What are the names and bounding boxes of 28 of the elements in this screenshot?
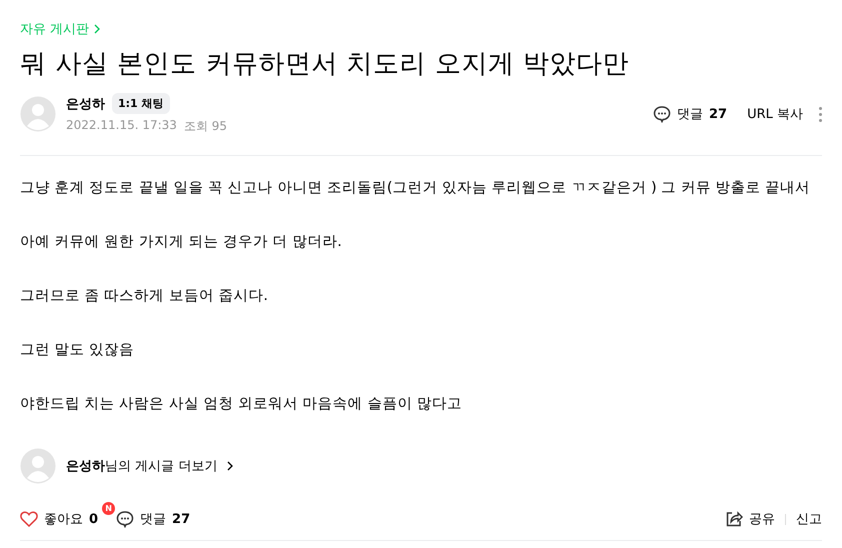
share-link[interactable]: 공유 <box>749 510 775 528</box>
post-title: 뭐 사실 본인도 커뮤하면서 치도리 오지게 박았다만 <box>20 48 630 81</box>
new-badge: N <box>102 502 116 515</box>
comment-count: 27 <box>172 512 190 526</box>
like-count: 0 <box>89 512 98 526</box>
report-link[interactable]: 신고 <box>796 510 822 528</box>
post-paragraph: 그러므로 좀 따스하게 보듬어 줍시다. <box>20 287 270 306</box>
chat-button[interactable]: 1:1 채팅 <box>112 93 170 114</box>
chevron-icon <box>227 461 234 471</box>
comment-count[interactable]: 27 <box>708 106 728 122</box>
post-date: 2022.11.15. 17:33 <box>66 118 177 134</box>
like-label[interactable]: 좋아요 <box>44 510 83 528</box>
post-paragraph: 야한드립 치는 사람은 사실 엄청 외로워서 마음속에 슬픔이 많다고 <box>20 395 463 414</box>
comment-icon <box>116 510 134 528</box>
more-icon[interactable] <box>819 106 822 122</box>
comment-label[interactable]: 댓글 <box>140 510 166 528</box>
heart-icon[interactable] <box>20 511 38 527</box>
post-paragraph: 아예 커뮤에 원한 가지게 되는 경우가 더 많더라. <box>20 233 343 252</box>
url-copy-link[interactable]: URL 복사 <box>747 105 803 123</box>
comment-label[interactable]: 댓글 <box>676 105 703 123</box>
share-icon[interactable] <box>726 511 743 527</box>
chevron-icon <box>94 24 100 34</box>
post-paragraph: 그런 말도 있잖음 <box>20 341 136 360</box>
view-count: 조회 95 <box>184 118 228 135</box>
more-posts-link[interactable]: 은성하님의 게시글 더보기 <box>66 457 218 475</box>
post-paragraph: 그냥 훈계 정도로 끝낼 일을 꼭 신고나 아니면 조리돌림(그런거 있자늠 루리웹으로 ㄲㅈ같은거 ) 그 커뮤 방출로 끝내서 <box>20 179 812 198</box>
author-name[interactable]: 은성하 <box>66 94 105 112</box>
comment-icon <box>652 105 671 123</box>
